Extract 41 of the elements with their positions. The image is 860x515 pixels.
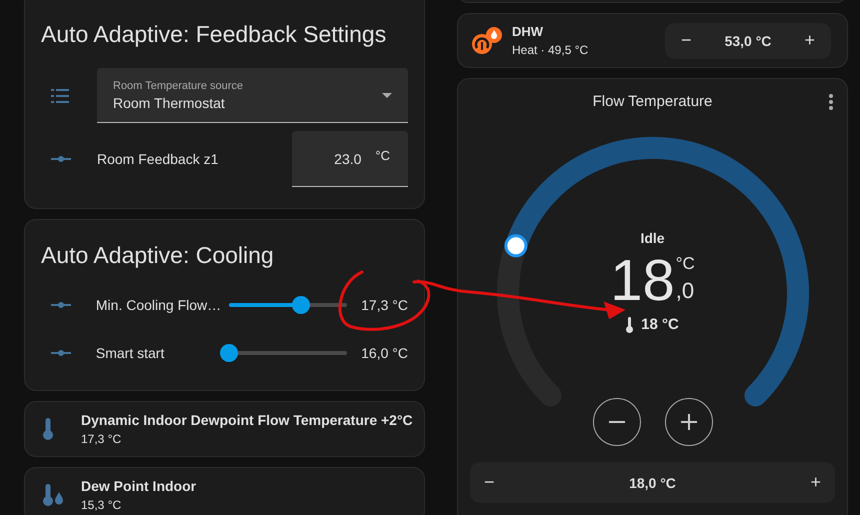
sensor-name: Dew Point Indoor (81, 478, 196, 494)
water-heater-icon (472, 26, 502, 54)
temperature-decimal: ,0 (676, 278, 695, 304)
decrease-button[interactable] (592, 398, 640, 446)
thermometer-icon (626, 316, 634, 332)
plus-icon (680, 414, 696, 430)
select-field[interactable]: Room Temperature source Room Thermostat (97, 68, 408, 123)
sensor-card[interactable]: Dynamic Indoor Dewpoint Flow Temperature +2°C 17,3 °C (24, 401, 425, 457)
slider-label: Min. Cooling Flow… (96, 297, 222, 313)
sensor-value: 17,3 °C (81, 432, 122, 446)
list-icon (51, 88, 69, 104)
slider-label: Smart start (96, 345, 166, 361)
card-title: Flow Temperature (592, 93, 712, 110)
minus-icon (608, 421, 624, 423)
thermometer-icon (43, 418, 53, 440)
thermometer-drop-icon (43, 484, 63, 506)
increase-button[interactable] (664, 398, 712, 446)
decrease-button[interactable]: − (480, 472, 499, 493)
target-temperature: 18 (610, 250, 675, 312)
caret-icon (382, 92, 392, 98)
number-field[interactable]: 23.0 °C (292, 131, 408, 187)
target-temperature: 18,0 °C (629, 474, 676, 490)
device-state: Heat · 49,5 °C (512, 43, 590, 57)
more-icon[interactable] (829, 94, 833, 110)
field-label: Room Feedback z1 (97, 151, 220, 167)
hvac-status: Idle (640, 230, 665, 246)
slider-value: 17,3 °C (360, 297, 408, 313)
increase-button[interactable]: + (800, 30, 819, 51)
decrease-button[interactable]: − (677, 30, 696, 51)
card-title: Auto Adaptive: Feedback Settings (41, 21, 388, 48)
target-temperature: 53,0 °C (724, 32, 772, 48)
sensor-value: 15,3 °C (81, 498, 122, 512)
current-temperature: 18 °C (641, 316, 679, 333)
card-title: Auto Adaptive: Cooling (41, 242, 275, 269)
slider-value: 16,0 °C (360, 345, 408, 361)
gauge-handle[interactable] (504, 234, 527, 258)
sensor-name: Dynamic Indoor Dewpoint Flow Temperature +2°C (81, 412, 413, 428)
temperature-unit: °C (676, 254, 695, 274)
increase-button[interactable]: + (806, 472, 825, 493)
sensor-card[interactable]: Dew Point Indoor 15,3 °C (24, 467, 425, 515)
device-name: DHW (512, 24, 544, 39)
